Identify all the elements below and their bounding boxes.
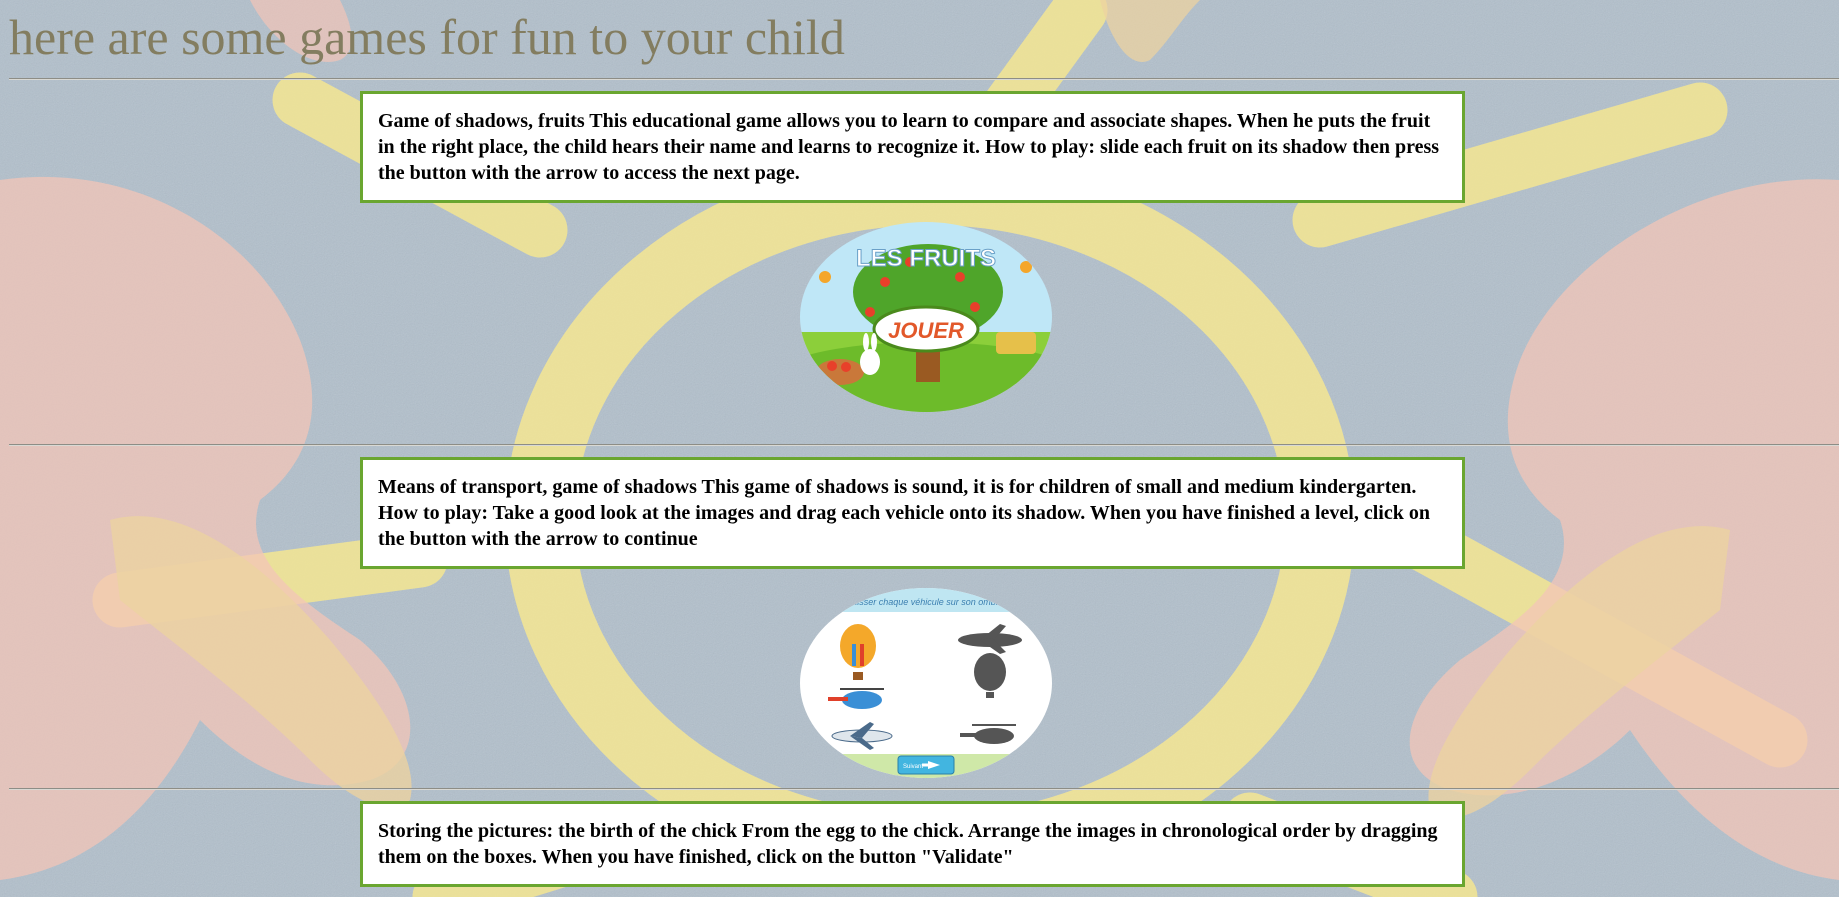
thumbnail-instruction: Glisser chaque véhicule sur son ombre	[848, 597, 1004, 607]
game-description-fruits: Game of shadows, fruits This educational…	[360, 91, 1465, 203]
section-divider	[9, 788, 1839, 790]
play-button-label[interactable]: JOUER	[888, 318, 964, 343]
game-thumbnail-transport[interactable]: Glisser chaque véhicule sur son ombre Su…	[800, 588, 1052, 778]
main-content: here are some games for fun to your chil…	[0, 0, 1839, 897]
page-title: here are some games for fun to your chil…	[9, 9, 845, 65]
game-thumbnail-fruits[interactable]: LES FRUITS JOUER	[800, 222, 1052, 412]
bunny-icon	[860, 349, 880, 375]
transport-game-image[interactable]: Glisser chaque véhicule sur son ombre Su…	[800, 588, 1052, 778]
game-description-transport: Means of transport, game of shadows This…	[360, 457, 1465, 569]
next-arrow-button[interactable]: Suivant	[897, 755, 955, 775]
haystack-icon	[996, 332, 1036, 354]
game-description-chick: Storing the pictures: the birth of the c…	[360, 801, 1465, 887]
title-divider	[9, 78, 1839, 80]
butterfly-icon	[819, 271, 831, 283]
thumbnail-heading: LES FRUITS	[856, 245, 996, 272]
next-button-label[interactable]: Suivant	[903, 764, 923, 770]
butterfly-icon	[1020, 261, 1032, 273]
section-divider	[9, 444, 1839, 446]
fruits-game-image[interactable]: LES FRUITS JOUER	[800, 222, 1052, 412]
basket-icon	[816, 359, 864, 385]
